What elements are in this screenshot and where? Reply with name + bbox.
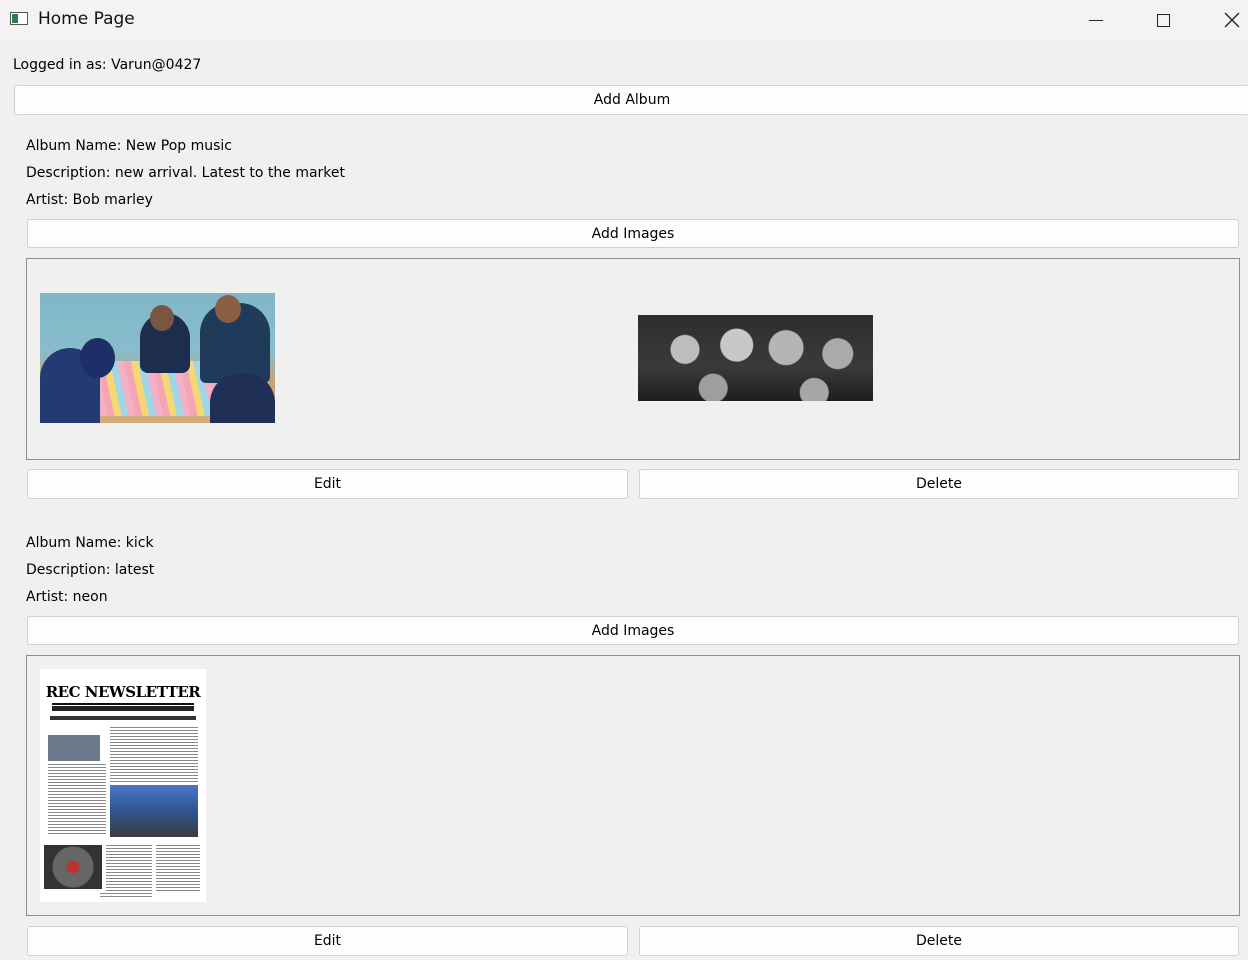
logged-in-label: Logged in as: Varun@0427 — [13, 57, 202, 73]
maximize-icon — [1156, 13, 1170, 27]
delete-button[interactable]: Delete — [639, 469, 1239, 499]
album-description: Description: latest — [26, 562, 155, 578]
album-image[interactable]: REC NEWSLETTER — [40, 669, 206, 902]
add-images-button[interactable]: Add Images — [27, 219, 1239, 248]
newsletter-masthead: REC NEWSLETTER — [45, 683, 201, 701]
close-button[interactable] — [1204, 0, 1248, 40]
album-name: Album Name: kick — [26, 535, 154, 551]
title-bar: Home Page — [0, 0, 1248, 40]
image-gallery — [26, 655, 1240, 916]
album-description: Description: new arrival. Latest to the … — [26, 165, 346, 181]
add-images-button[interactable]: Add Images — [27, 616, 1239, 645]
close-icon — [1224, 12, 1240, 28]
maximize-button[interactable] — [1135, 0, 1191, 40]
album-artist: Artist: Bob marley — [26, 192, 153, 208]
edit-button[interactable]: Edit — [27, 926, 628, 956]
album-image[interactable] — [638, 315, 873, 401]
album-artist: Artist: neon — [26, 589, 108, 605]
edit-button[interactable]: Edit — [27, 469, 628, 499]
window-title: Home Page — [38, 9, 135, 29]
minimize-icon — [1089, 19, 1103, 21]
app-icon — [10, 12, 28, 25]
album-name: Album Name: New Pop music — [26, 138, 233, 154]
add-album-button[interactable]: Add Album — [14, 85, 1248, 115]
delete-button[interactable]: Delete — [639, 926, 1239, 956]
minimize-button[interactable] — [1068, 0, 1124, 40]
album-image[interactable] — [40, 293, 275, 423]
